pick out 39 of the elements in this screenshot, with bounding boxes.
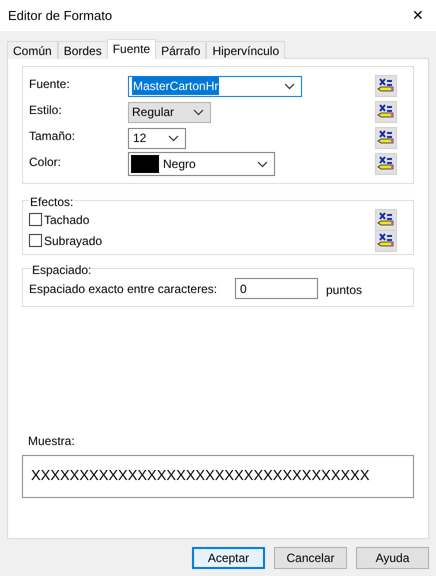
chevron-down-icon (284, 82, 295, 90)
field-label: Fuente: (29, 76, 71, 93)
pencil-button[interactable] (375, 127, 397, 149)
dialog-button[interactable]: Ayuda (356, 547, 429, 569)
pencil-button[interactable] (375, 208, 397, 230)
sample-preview: XXXXXXXXXXXXXXXXXXXXXXXXXXXXXXXXXXX (22, 455, 414, 498)
chevron-down-icon (257, 160, 268, 168)
pencil-button[interactable] (375, 75, 397, 97)
tab[interactable]: Bordes (58, 41, 108, 59)
pencil-button[interactable] (375, 153, 397, 175)
pencil-button[interactable] (375, 230, 397, 252)
combo-box[interactable]: MasterCartonHr (128, 76, 302, 96)
checkbox[interactable] (29, 213, 42, 226)
pencil-icon (377, 232, 395, 250)
checkbox[interactable] (29, 234, 42, 247)
color-dropdown[interactable]: Negro (128, 152, 275, 176)
checkbox-label: Tachado (44, 212, 90, 228)
window-title: Editor de Formato (8, 6, 112, 25)
pencil-icon (377, 210, 395, 228)
unit-label: puntos (326, 282, 362, 299)
input-field[interactable]: 0 (235, 278, 318, 299)
dialog-button[interactable]: Aceptar (192, 547, 265, 569)
combo-box[interactable]: 12 (128, 128, 186, 148)
sample-label: Muestra: (28, 433, 76, 450)
pencil-button[interactable] (375, 101, 397, 123)
tab[interactable]: Hipervínculo (206, 41, 286, 59)
tab[interactable]: Fuente (106, 39, 156, 59)
close-button[interactable]: ✕ (408, 5, 428, 26)
tab[interactable]: Común (7, 41, 58, 59)
dropdown[interactable]: Regular (128, 102, 211, 122)
field-label: Tamaño: (29, 128, 76, 145)
checkbox-label: Subrayado (44, 232, 102, 250)
dialog-button[interactable]: Cancelar (274, 547, 347, 569)
field-label: Estilo: (29, 102, 63, 119)
chevron-down-icon (168, 134, 179, 142)
field-label: Espaciado exacto entre caracteres: (29, 280, 218, 298)
tab[interactable]: Párrafo (155, 41, 206, 59)
field-label: Color: (29, 154, 62, 171)
chevron-down-icon (193, 108, 204, 116)
